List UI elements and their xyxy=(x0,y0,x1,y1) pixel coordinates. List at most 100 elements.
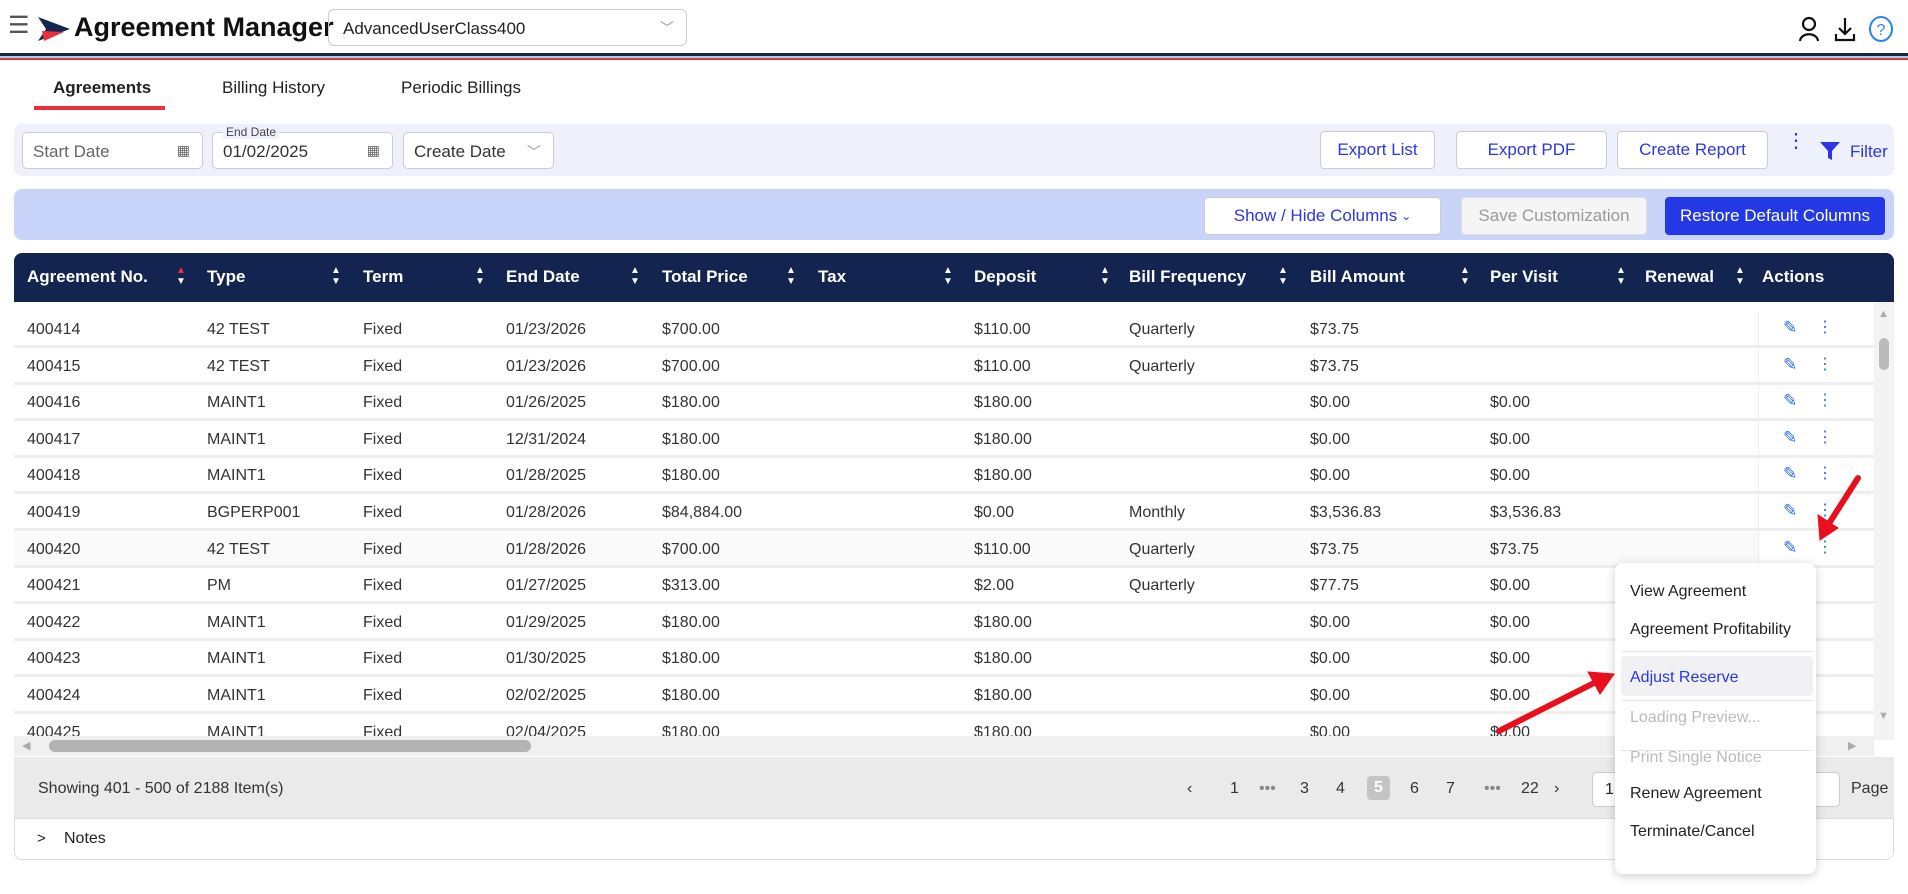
edit-icon[interactable]: ✎ xyxy=(1783,355,1797,375)
calendar-icon[interactable]: ▦ xyxy=(177,142,190,159)
sort-icon[interactable]: ▲ ▼ xyxy=(475,265,485,287)
sort-icon[interactable]: ▲ ▼ xyxy=(1735,265,1745,287)
column-header[interactable]: Bill Frequency xyxy=(1129,267,1246,287)
menu-item[interactable]: Renew Agreement xyxy=(1630,785,1762,803)
next-page-button[interactable]: › xyxy=(1554,780,1559,798)
download-icon[interactable] xyxy=(1834,16,1856,42)
date-type-select[interactable]: Create Date ﹀ xyxy=(403,132,554,169)
page-button[interactable]: 3 xyxy=(1300,780,1309,798)
menu-item[interactable]: Adjust Reserve xyxy=(1630,669,1739,687)
show-hide-columns-button[interactable]: Show / Hide Columns ⌄ xyxy=(1204,197,1441,235)
column-header[interactable]: Type xyxy=(207,267,245,287)
calendar-icon[interactable]: ▦ xyxy=(367,142,380,159)
export-pdf-button[interactable]: Export PDF xyxy=(1456,131,1607,169)
page-button[interactable]: 1 xyxy=(1230,780,1239,798)
edit-icon[interactable]: ✎ xyxy=(1783,538,1797,558)
tab-agreements[interactable]: Agreements xyxy=(53,78,151,98)
sort-icon[interactable]: ▲ ▼ xyxy=(786,265,796,287)
scroll-down-arrow[interactable]: ▼ xyxy=(1878,710,1889,722)
page-ellipsis[interactable]: ••• xyxy=(1484,780,1501,798)
menu-item[interactable]: Terminate/Cancel xyxy=(1630,823,1755,841)
sort-icon[interactable]: ▲ ▼ xyxy=(331,265,341,287)
more-actions-icon[interactable]: ⋮ xyxy=(1817,354,1833,374)
more-options-icon[interactable]: ⋮ xyxy=(1786,131,1806,151)
chevron-right-icon[interactable]: > xyxy=(37,830,46,847)
scroll-right-arrow[interactable]: ▶ xyxy=(1848,739,1856,752)
table-row[interactable]: 400419 BGPERP001 Fixed 01/28/2026 $84,884.00… xyxy=(14,495,1874,531)
column-header[interactable]: Actions xyxy=(1762,267,1824,287)
column-header[interactable]: Agreement No. xyxy=(27,267,148,287)
save-customization-button[interactable]: Save Customization xyxy=(1461,197,1647,235)
help-icon[interactable]: ? xyxy=(1868,15,1894,43)
edit-icon[interactable]: ✎ xyxy=(1783,501,1797,521)
filter-icon[interactable] xyxy=(1820,141,1840,161)
restore-default-columns-button[interactable]: Restore Default Columns xyxy=(1665,197,1885,235)
more-actions-icon[interactable]: ⋮ xyxy=(1817,390,1833,410)
sort-icon[interactable]: ▲ ▼ xyxy=(1278,265,1288,287)
table-row[interactable]: 400423 MAINT1 Fixed 01/30/2025 $180.00 $180.0… xyxy=(14,641,1874,678)
app-title: Agreement Manager xyxy=(74,12,334,42)
more-actions-icon[interactable]: ⋮ xyxy=(1817,500,1833,520)
horizontal-scroll-thumb[interactable] xyxy=(49,740,531,752)
prev-page-button[interactable]: ‹ xyxy=(1187,780,1192,798)
edit-icon[interactable]: ✎ xyxy=(1783,391,1797,411)
edit-icon[interactable]: ✎ xyxy=(1783,318,1797,338)
menu-item: Loading Preview... xyxy=(1630,709,1761,726)
table-row[interactable]: 400424 MAINT1 Fixed 02/02/2025 $180.00 $180.0… xyxy=(14,678,1874,714)
tab-periodic-billings[interactable]: Periodic Billings xyxy=(401,78,521,98)
scroll-left-arrow[interactable]: ◀ xyxy=(22,739,30,752)
column-header[interactable]: Total Price xyxy=(662,267,748,287)
column-header[interactable]: Bill Amount xyxy=(1310,267,1405,287)
edit-icon[interactable]: ✎ xyxy=(1783,464,1797,484)
sort-icon[interactable]: ▲ ▼ xyxy=(1460,265,1470,287)
vertical-scrollbar[interactable]: ▲ ▼ xyxy=(1874,302,1894,740)
column-header[interactable]: End Date xyxy=(506,267,580,287)
table-row[interactable]: 400420 42 TEST Fixed 01/28/2026 $700.00 $110.… xyxy=(14,531,1874,568)
page-ellipsis[interactable]: ••• xyxy=(1259,780,1276,798)
sort-icon[interactable]: ▲ ▼ xyxy=(943,265,953,287)
table-row[interactable]: 400418 MAINT1 Fixed 01/28/2025 $180.00 $180.0… xyxy=(14,458,1874,495)
user-icon[interactable] xyxy=(1798,16,1820,42)
table-row[interactable]: 400417 MAINT1 Fixed 12/31/2024 $180.00 $180.0… xyxy=(14,421,1874,458)
vertical-scroll-thumb[interactable] xyxy=(1879,338,1889,370)
table-cell: $0.00 xyxy=(1310,467,1351,485)
page-button[interactable]: 7 xyxy=(1446,780,1455,798)
table-row[interactable]: 400421 PM Fixed 01/27/2025 $313.00 $2.00 Quart… xyxy=(14,568,1874,605)
export-list-button[interactable]: Export List xyxy=(1320,131,1435,169)
table-row[interactable]: 400422 MAINT1 Fixed 01/29/2025 $180.00 $180.0… xyxy=(14,605,1874,641)
table-row[interactable]: 400415 42 TEST Fixed 01/23/2026 $700.00 $110.… xyxy=(14,348,1874,385)
end-date-input[interactable]: End Date 01/02/2025 ▦ xyxy=(212,125,393,169)
more-actions-icon[interactable]: ⋮ xyxy=(1817,317,1833,337)
more-actions-icon[interactable]: ⋮ xyxy=(1817,463,1833,483)
more-actions-icon[interactable]: ⋮ xyxy=(1817,537,1833,557)
sort-icon[interactable]: ▲ ▼ xyxy=(1616,265,1626,287)
column-header[interactable]: Deposit xyxy=(974,267,1036,287)
sort-icon[interactable]: ▲ ▼ xyxy=(176,265,186,287)
tab-billing-history[interactable]: Billing History xyxy=(222,78,325,98)
horizontal-scrollbar[interactable]: ◀ ▶ xyxy=(14,736,1874,756)
column-header[interactable]: Tax xyxy=(818,267,846,287)
page-button[interactable]: 6 xyxy=(1410,780,1419,798)
filter-button[interactable]: Filter xyxy=(1850,142,1888,162)
menu-icon[interactable]: ☰ xyxy=(8,14,30,38)
notes-panel[interactable]: > Notes xyxy=(14,818,1894,860)
page-button[interactable]: 22 xyxy=(1521,780,1539,798)
start-date-input[interactable]: Start Date ▦ xyxy=(22,132,203,169)
table-row[interactable]: 400414 42 TEST Fixed 01/23/2026 $700.00 $110.… xyxy=(14,312,1874,348)
menu-item[interactable]: View Agreement xyxy=(1630,583,1746,601)
table-row[interactable]: 400416 MAINT1 Fixed 01/26/2025 $180.00 $180.0… xyxy=(14,385,1874,422)
page-button[interactable]: 5 xyxy=(1367,776,1390,800)
sort-icon[interactable]: ▲ ▼ xyxy=(1100,265,1110,287)
page-button[interactable]: 4 xyxy=(1336,780,1345,798)
more-actions-icon[interactable]: ⋮ xyxy=(1817,427,1833,447)
scroll-up-arrow[interactable]: ▲ xyxy=(1878,308,1889,320)
column-header[interactable]: Per Visit xyxy=(1490,267,1558,287)
company-select[interactable]: AdvancedUserClass400 ﹀ xyxy=(328,9,687,46)
column-header[interactable]: Term xyxy=(363,267,403,287)
sort-icon[interactable]: ▲ ▼ xyxy=(630,265,640,287)
edit-icon[interactable]: ✎ xyxy=(1783,428,1797,448)
table-cell: $3,536.83 xyxy=(1490,504,1562,521)
create-report-button[interactable]: Create Report xyxy=(1617,131,1768,169)
menu-item[interactable]: Agreement Profitability xyxy=(1630,621,1791,639)
column-header[interactable]: Renewal xyxy=(1645,267,1714,287)
